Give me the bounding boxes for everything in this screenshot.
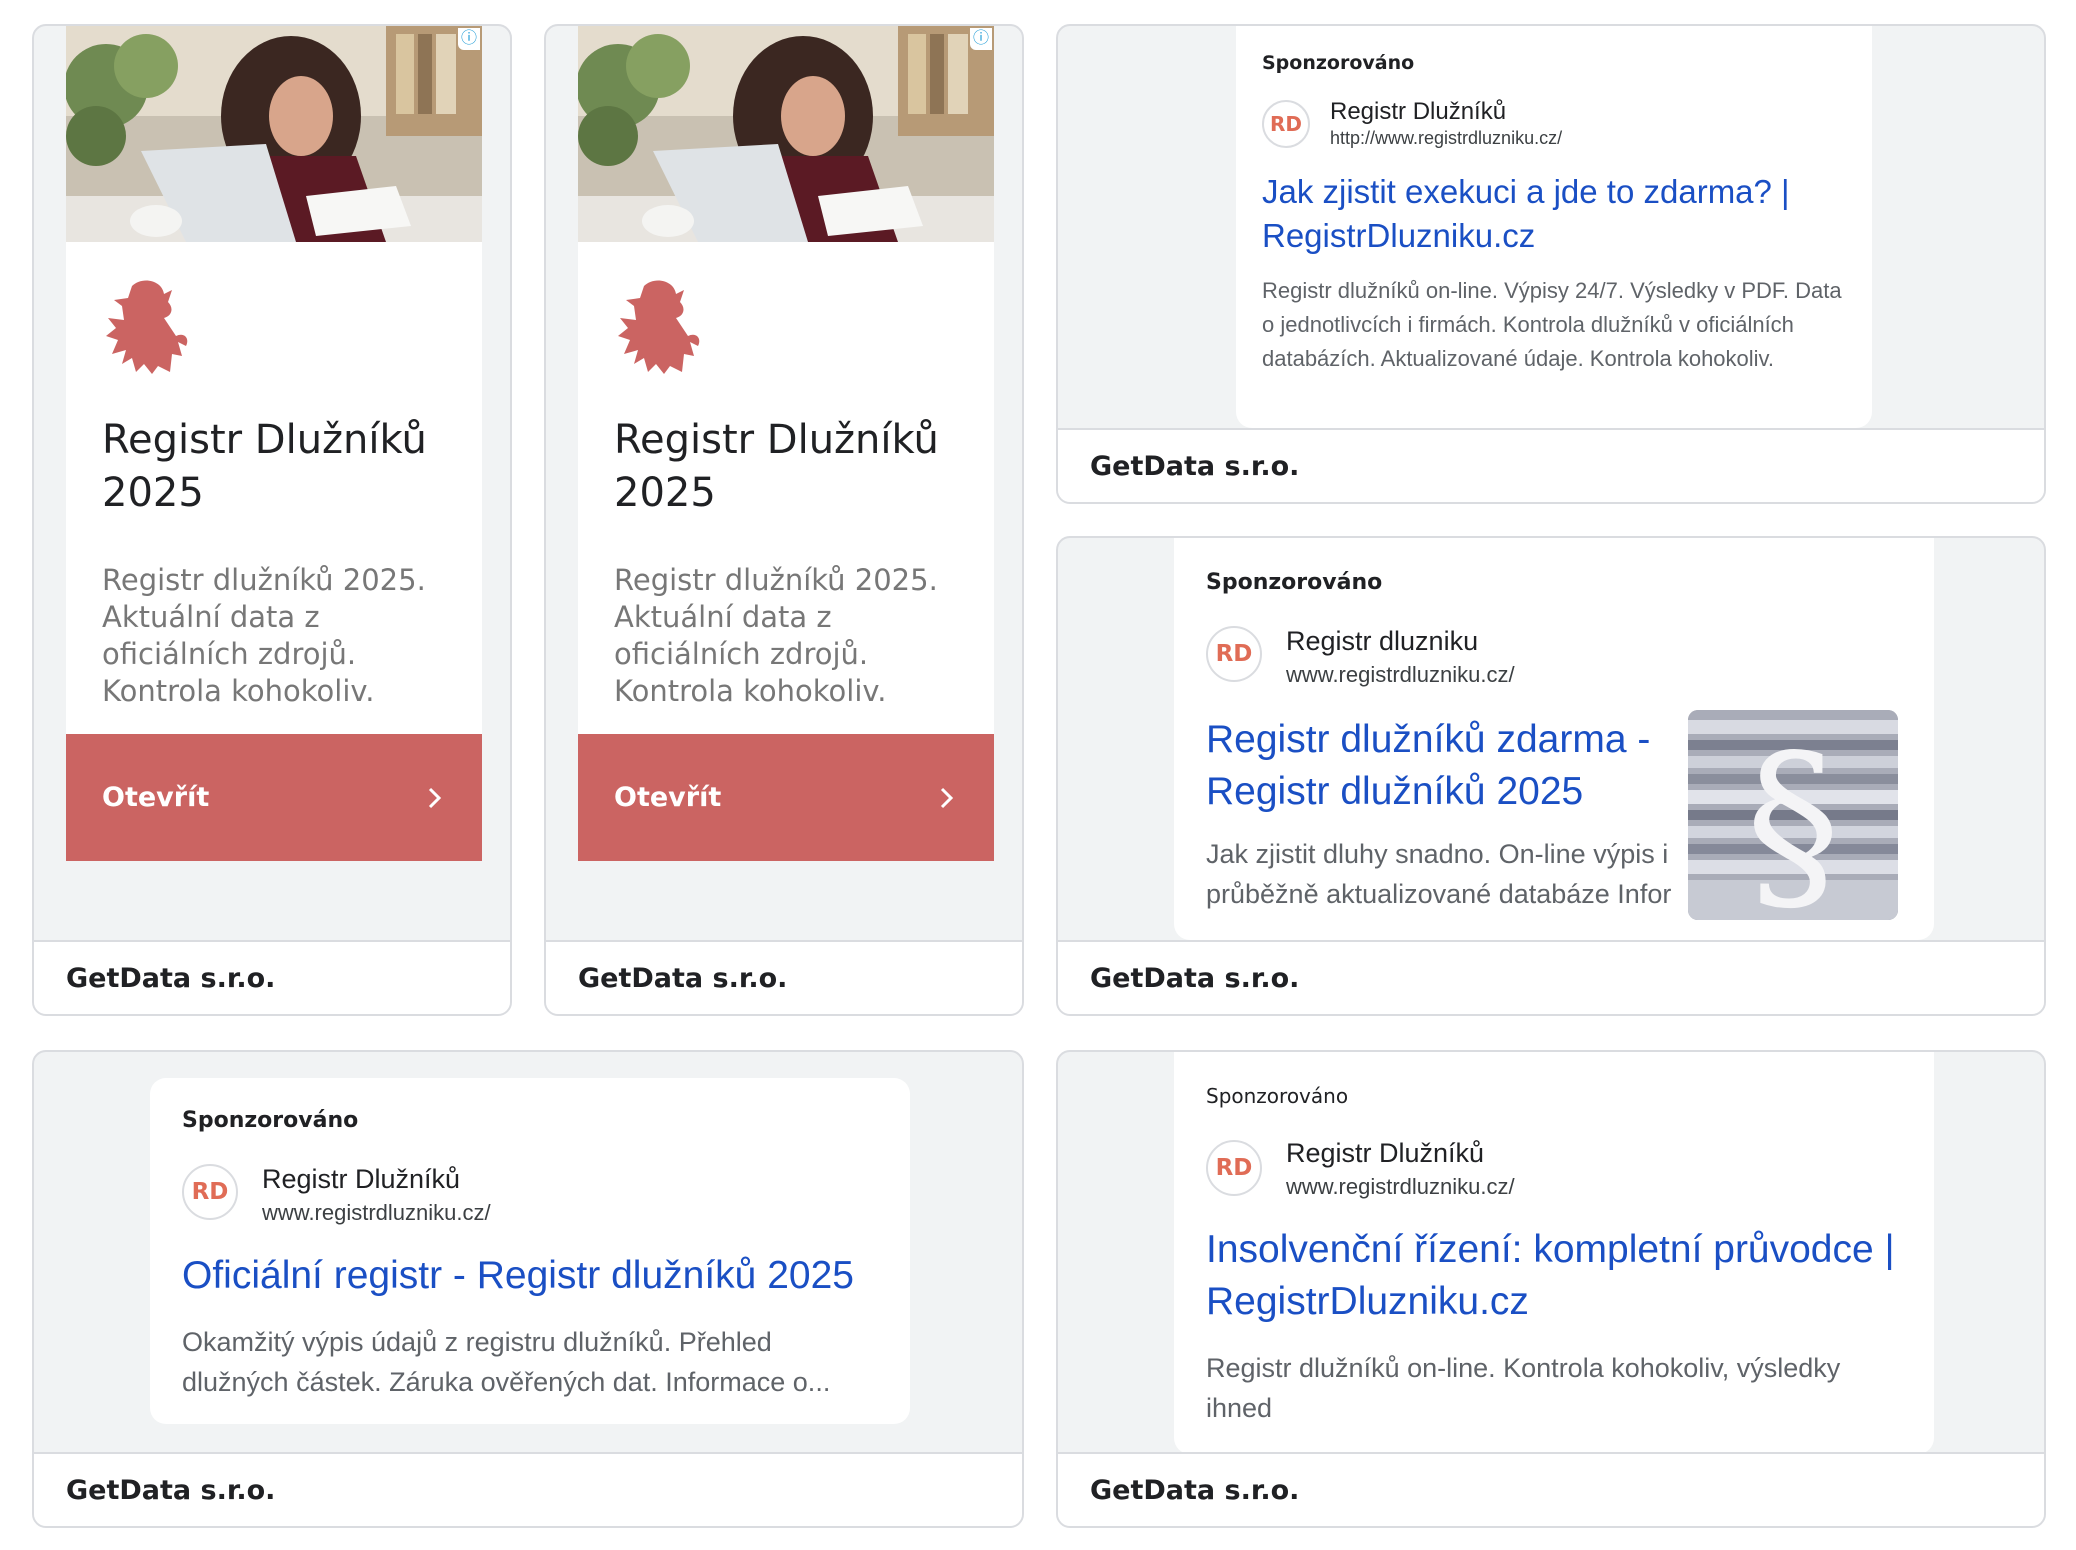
chevron-right-icon	[428, 787, 442, 808]
open-button-label: Otevřít	[614, 782, 722, 813]
ad-url[interactable]: www.registrdluzniku.cz/	[1286, 662, 1515, 688]
advertiser-logo: RD	[1206, 626, 1262, 682]
ad-headline[interactable]: Jak zjistit exekuci a jde to zdarma? | R…	[1262, 170, 1842, 258]
ad-description: Registr dlužníků on-line. Kontrola kohok…	[1206, 1353, 1841, 1423]
open-button[interactable]: Otevřít	[578, 734, 994, 861]
advertiser-name[interactable]: Registr Dlužníků	[262, 1164, 460, 1195]
text-ad[interactable]: Sponzorováno RD Registr Dlužníků www.reg…	[1174, 1052, 1934, 1454]
sponsored-label: Sponzorováno	[1206, 570, 1383, 595]
text-ad[interactable]: Sponzorováno RD Registr dluzniku www.reg…	[1174, 538, 1934, 940]
advertiser-name[interactable]: Registr dluzniku	[1286, 626, 1478, 657]
lion-logo-icon	[106, 280, 188, 374]
ad-description: Registr dlužníků 2025. Aktuální data z o…	[102, 563, 426, 708]
advertiser-logo: RD	[182, 1164, 238, 1220]
ad-photo-woman-laptop: ⓘ	[578, 26, 994, 242]
ad-photo-woman-laptop: ⓘ	[66, 26, 482, 242]
advertiser-footer: GetData s.r.o.	[1058, 428, 2044, 502]
lion-logo-icon	[618, 280, 700, 374]
advertiser-footer: GetData s.r.o.	[1058, 940, 2044, 1014]
ad-description: Okamžitý výpis údajů z registru dlužníků…	[182, 1327, 831, 1397]
info-icon[interactable]: ⓘ	[970, 28, 992, 50]
advertiser-footer: GetData s.r.o.	[546, 940, 1022, 1014]
ad-card-text-1[interactable]: Sponzorováno RD Registr Dlužníků http://…	[1056, 24, 2046, 504]
ad-card-display-1[interactable]: ⓘ Registr Dlužníků 2025 Registr dlužníků…	[32, 24, 512, 1016]
advertiser-logo: RD	[1206, 1140, 1262, 1196]
ad-card-text-2[interactable]: Sponzorováno RD Registr dluzniku www.reg…	[1056, 536, 2046, 1016]
advertiser-footer: GetData s.r.o.	[34, 1452, 1022, 1526]
open-button-label: Otevřít	[102, 782, 210, 813]
ad-headline[interactable]: Registr dlužníků zdarma - Registr dlužní…	[1206, 714, 1676, 818]
sponsored-label: Sponzorováno	[1206, 1084, 1349, 1108]
svg-text:§: §	[1746, 714, 1841, 920]
sponsored-label: Sponzorováno	[182, 1108, 359, 1133]
paragraph-sign-image: §	[1688, 710, 1898, 920]
display-ad[interactable]: ⓘ Registr Dlužníků 2025 Registr dlužníků…	[578, 26, 994, 861]
ad-card-text-4[interactable]: Sponzorováno RD Registr Dlužníků www.reg…	[1056, 1050, 2046, 1528]
ad-url[interactable]: http://www.registrdluzniku.cz/	[1330, 128, 1562, 149]
chevron-right-icon	[940, 787, 954, 808]
text-ad[interactable]: Sponzorováno RD Registr Dlužníků www.reg…	[150, 1078, 910, 1424]
ad-title[interactable]: Registr Dlužníků 2025	[102, 414, 462, 520]
advertiser-footer: GetData s.r.o.	[1058, 1452, 2044, 1526]
advertiser-name[interactable]: Registr Dlužníků	[1286, 1138, 1484, 1169]
display-ad[interactable]: ⓘ Registr Dlužníků 2025 Registr dlužníků…	[66, 26, 482, 861]
ad-title[interactable]: Registr Dlužníků 2025	[614, 414, 974, 520]
info-icon[interactable]: ⓘ	[458, 28, 480, 50]
advertiser-logo: RD	[1262, 100, 1310, 148]
advertiser-footer: GetData s.r.o.	[34, 940, 510, 1014]
sponsored-label: Sponzorováno	[1262, 52, 1415, 74]
ad-description: Jak zjistit dluhy snadno. On-line výpis …	[1206, 839, 1672, 909]
ad-headline[interactable]: Insolvenční řízení: kompletní průvodce |…	[1206, 1224, 1906, 1328]
ad-card-text-3[interactable]: Sponzorováno RD Registr Dlužníků www.reg…	[32, 1050, 1024, 1528]
ad-url[interactable]: www.registrdluzniku.cz/	[1286, 1174, 1515, 1200]
advertiser-name[interactable]: Registr Dlužníků	[1330, 98, 1506, 126]
ad-description: Registr dlužníků 2025. Aktuální data z o…	[614, 563, 938, 708]
text-ad[interactable]: Sponzorováno RD Registr Dlužníků http://…	[1236, 26, 1872, 428]
ad-url[interactable]: www.registrdluzniku.cz/	[262, 1200, 491, 1226]
open-button[interactable]: Otevřít	[66, 734, 482, 861]
ad-description: Registr dlužníků on-line. Výpisy 24/7. V…	[1262, 278, 1842, 371]
ad-card-display-2[interactable]: ⓘ Registr Dlužníků 2025 Registr dlužníků…	[544, 24, 1024, 1016]
ad-headline[interactable]: Oficiální registr - Registr dlužníků 202…	[182, 1250, 892, 1302]
